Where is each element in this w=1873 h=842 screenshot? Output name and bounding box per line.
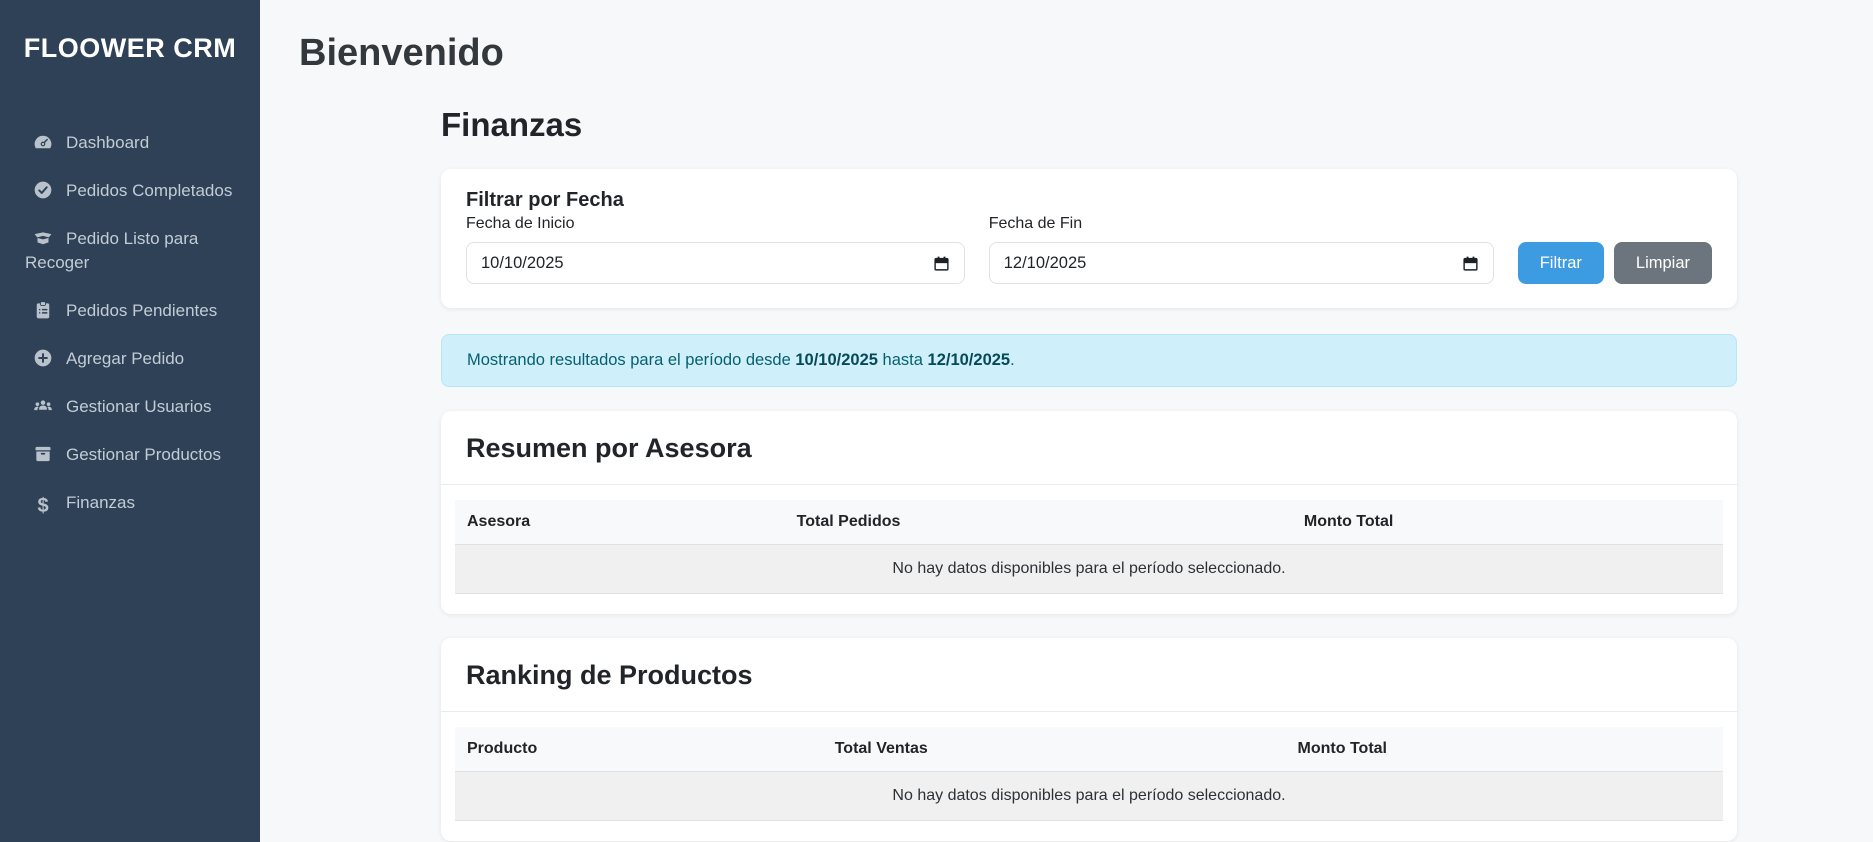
alert-text: Mostrando resultados para el período des… xyxy=(467,351,795,369)
ranking-table: Producto Total Ventas Monto Total No hay… xyxy=(455,727,1723,821)
sidebar-item-dashboard[interactable]: Dashboard xyxy=(25,119,235,167)
end-date-input[interactable]: 12/10/2025 xyxy=(989,242,1494,284)
start-date-label: Fecha de Inicio xyxy=(466,215,965,233)
clipboard-list-icon xyxy=(33,300,53,320)
sidebar-item-label: Pedidos Pendientes xyxy=(66,301,217,320)
ranking-title: Ranking de Productos xyxy=(466,660,1712,691)
finanzas-title: Finanzas xyxy=(441,106,1737,144)
page-title: Bienvenido xyxy=(299,30,1833,76)
table-row: No hay datos disponibles para el período… xyxy=(455,772,1723,821)
sidebar: FLOOWER CRM Dashboard Pedidos Completado… xyxy=(0,0,260,842)
calendar-icon[interactable] xyxy=(1462,255,1479,272)
check-circle-icon xyxy=(33,180,53,200)
ranking-col-total-ventas: Total Ventas xyxy=(823,727,1286,772)
end-date-value: 12/10/2025 xyxy=(1004,254,1087,273)
sidebar-item-label: Gestionar Productos xyxy=(66,445,221,464)
sidebar-item-pedidos-pendientes[interactable]: Pedidos Pendientes xyxy=(25,287,235,335)
gauge-icon xyxy=(33,132,53,152)
sidebar-item-label: Finanzas xyxy=(66,493,135,512)
sidebar-item-label: Agregar Pedido xyxy=(66,349,184,368)
sidebar-item-label: Dashboard xyxy=(66,133,149,152)
summary-col-monto-total: Monto Total xyxy=(1292,500,1723,545)
period-alert: Mostrando resultados para el período des… xyxy=(441,334,1737,387)
summary-col-asesora: Asesora xyxy=(455,500,785,545)
end-date-label: Fecha de Fin xyxy=(989,215,1494,233)
sidebar-item-pedidos-completados[interactable]: Pedidos Completados xyxy=(25,167,235,215)
alert-end-date: 12/10/2025 xyxy=(928,351,1011,369)
sidebar-item-gestionar-productos[interactable]: Gestionar Productos xyxy=(25,431,235,479)
filter-title: Filtrar por Fecha xyxy=(466,189,1712,212)
sidebar-item-finanzas[interactable]: $ Finanzas xyxy=(25,479,235,527)
calendar-icon[interactable] xyxy=(933,255,950,272)
start-date-value: 10/10/2025 xyxy=(481,254,564,273)
alert-start-date: 10/10/2025 xyxy=(795,351,878,369)
filter-card: Filtrar por Fecha Fecha de Inicio 10/10/… xyxy=(441,169,1737,308)
app-title: FLOOWER CRM xyxy=(0,0,260,66)
box-open-icon xyxy=(33,228,53,248)
plus-circle-icon xyxy=(33,348,53,368)
summary-card: Resumen por Asesora Asesora Total Pedido… xyxy=(441,411,1737,614)
ranking-empty-message: No hay datos disponibles para el período… xyxy=(455,772,1723,821)
ranking-col-monto-total: Monto Total xyxy=(1286,727,1723,772)
summary-table: Asesora Total Pedidos Monto Total No hay… xyxy=(455,500,1723,594)
table-row: No hay datos disponibles para el período… xyxy=(455,545,1723,594)
ranking-col-producto: Producto xyxy=(455,727,823,772)
sidebar-nav: Dashboard Pedidos Completados Pedido Lis… xyxy=(0,119,260,527)
filter-button[interactable]: Filtrar xyxy=(1518,242,1604,284)
summary-title: Resumen por Asesora xyxy=(466,433,1712,464)
clear-button[interactable]: Limpiar xyxy=(1614,242,1712,284)
start-date-input[interactable]: 10/10/2025 xyxy=(466,242,965,284)
ranking-card: Ranking de Productos Producto Total Vent… xyxy=(441,638,1737,841)
sidebar-item-label: Gestionar Usuarios xyxy=(66,397,212,416)
sidebar-item-pedido-listo[interactable]: Pedido Listo para Recoger xyxy=(25,215,235,287)
sidebar-item-agregar-pedido[interactable]: Agregar Pedido xyxy=(25,335,235,383)
summary-col-total-pedidos: Total Pedidos xyxy=(785,500,1292,545)
alert-text: hasta xyxy=(878,351,928,369)
dollar-icon: $ xyxy=(33,495,53,515)
users-icon xyxy=(33,396,53,416)
summary-empty-message: No hay datos disponibles para el período… xyxy=(455,545,1723,594)
main-content: Bienvenido Finanzas Filtrar por Fecha Fe… xyxy=(260,0,1873,841)
sidebar-item-label: Pedidos Completados xyxy=(66,181,232,200)
sidebar-item-gestionar-usuarios[interactable]: Gestionar Usuarios xyxy=(25,383,235,431)
box-icon xyxy=(33,444,53,464)
alert-text: . xyxy=(1010,351,1015,369)
